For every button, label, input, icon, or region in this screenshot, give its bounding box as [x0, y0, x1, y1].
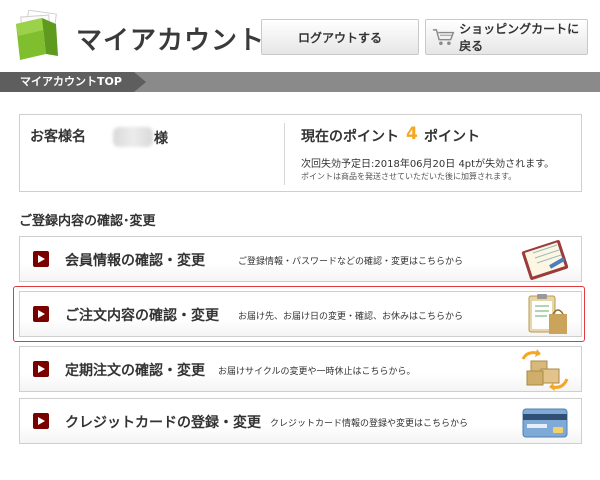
notebook-icon [521, 240, 569, 280]
boxes-cycle-icon [521, 349, 569, 391]
customer-name-redacted [113, 127, 153, 147]
logout-button[interactable]: ログアウトする [261, 19, 419, 55]
menu-item-desc: お届け先、お届け日の変更・確認、お休みはこちらから [238, 312, 464, 322]
back-to-cart-label: ショッピングカートに戻る [459, 22, 580, 53]
header: マイアカウント ログアウトする ショッピングカートに戻る [0, 0, 600, 70]
shopping-cart-icon [432, 29, 455, 45]
breadcrumb-current: マイアカウントTOP [0, 72, 146, 92]
points-unit: ポイント [424, 129, 480, 145]
menu-item-credit-card[interactable]: クレジットカードの登録・変更 クレジットカード情報の登録や変更はこちらから [19, 398, 582, 444]
points-label: 現在のポイント [301, 129, 399, 145]
menu-item-desc: クレジットカード情報の登録や変更はこちらから [270, 419, 469, 429]
menu-item-title: 会員情報の確認・変更 [65, 253, 205, 269]
credit-card-icon [522, 408, 568, 438]
page-title: マイアカウント [76, 26, 266, 56]
divider [284, 123, 285, 185]
folder-icon [16, 10, 58, 60]
menu-item-desc: ご登録情報・パスワードなどの確認・変更はこちらから [238, 257, 464, 267]
section-heading: ご登録内容の確認･変更 [19, 214, 156, 229]
arrow-right-icon [33, 306, 49, 322]
customer-name-label: お客様名 [30, 129, 86, 145]
logout-button-label: ログアウトする [297, 30, 382, 45]
menu-item-title: クレジットカードの登録・変更 [65, 415, 261, 431]
arrow-right-icon [33, 413, 49, 429]
back-to-cart-button[interactable]: ショッピングカートに戻る [425, 19, 588, 55]
points-add-note: ポイントは商品を発送させていただいた後に加算されます。 [301, 172, 517, 181]
customer-name-suffix: 様 [154, 131, 168, 147]
menu-item-member-info[interactable]: 会員情報の確認・変更 ご登録情報・パスワードなどの確認・変更はこちらから [19, 236, 582, 282]
arrow-right-icon [33, 361, 49, 377]
points-expiry-note: 次回失効予定日:2018年06月20日 4ptが失効されます。 [301, 159, 555, 170]
points-value: 4 [406, 124, 418, 144]
menu-item-title: 定期注文の確認・変更 [65, 363, 205, 379]
account-summary: お客様名 様 現在のポイント 4 ポイント 次回失効予定日:2018年06月20… [19, 114, 582, 192]
menu-item-subscription[interactable]: 定期注文の確認・変更 お届けサイクルの変更や一時休止はこちらから。 [19, 346, 582, 392]
clipboard-bag-icon [528, 294, 567, 334]
menu-item-order-info[interactable]: ご注文内容の確認・変更 お届け先、お届け日の変更・確認、お休みはこちらから [19, 291, 582, 337]
menu-item-desc: お届けサイクルの変更や一時休止はこちらから。 [218, 367, 416, 377]
menu-item-title: ご注文内容の確認・変更 [65, 308, 219, 324]
arrow-right-icon [33, 251, 49, 267]
